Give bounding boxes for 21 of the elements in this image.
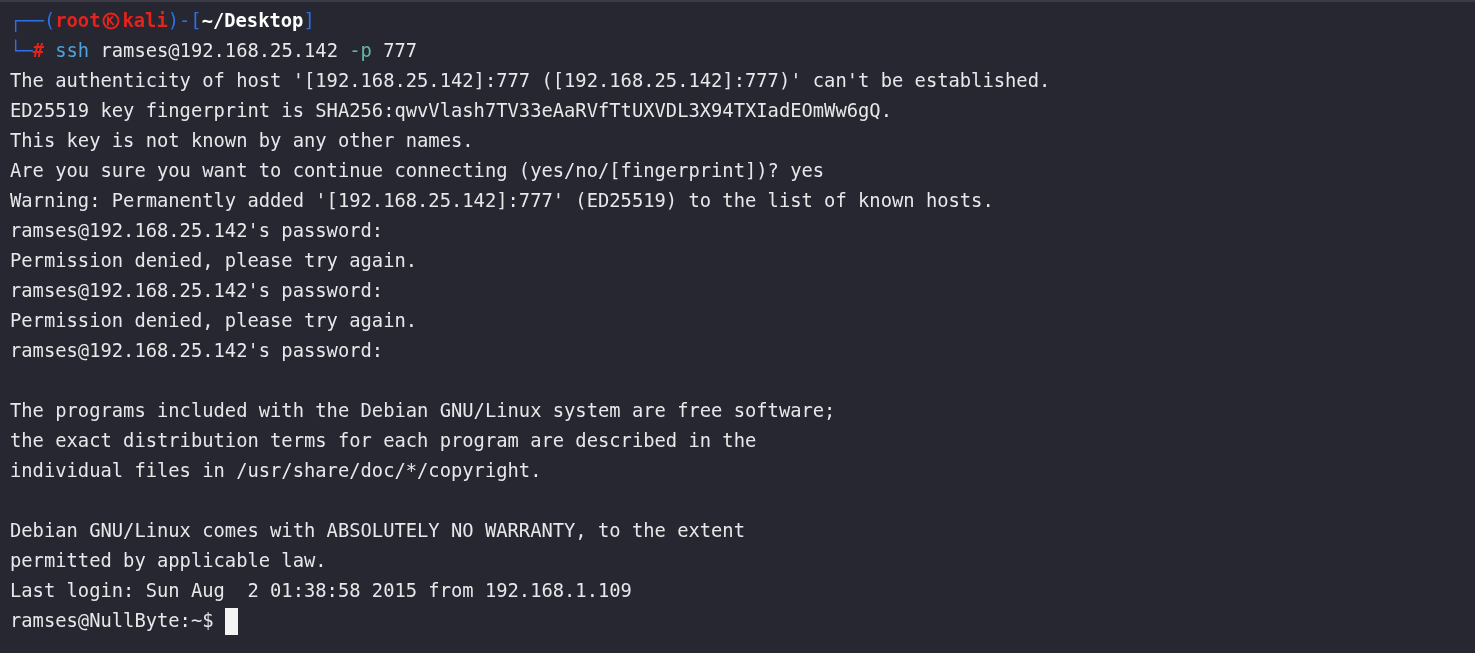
output-line: the exact distribution terms for each program are described in the	[10, 429, 757, 453]
output-line: Last login: Sun Aug 2 01:38:58 2015 from 192.168.1.109	[10, 579, 632, 603]
output-line: Permission denied, please try again.	[10, 249, 418, 273]
emblem-icon	[102, 12, 121, 30]
output-line: ED25519 key fingerprint is SHA256:qwvVlash7TV33eAaRVfTtUXVDL3X94TXIadEOmWw6gQ.	[10, 99, 892, 123]
shell-prompt: ramses@NullByte:~$	[10, 609, 214, 633]
output-line: ramses@192.168.25.142's password:	[10, 219, 384, 243]
output-line: Warning: Permanently added '[192.168.25.142]:777' (ED25519) to the list of known hosts.	[10, 189, 994, 213]
output-line: individual files in /usr/share/doc/*/copyright.	[10, 459, 542, 483]
output-line: Permission denied, please try again.	[10, 309, 418, 333]
output-line: ramses@192.168.25.142's password:	[10, 339, 384, 363]
output-line: Are you sure you want to continue connecting (yes/no/[fingerprint])? yes	[10, 159, 825, 183]
prompt-host-path: kali)-[~/Desktop]	[122, 9, 315, 33]
prompt-user: ┌──(root	[10, 9, 101, 34]
output-line: The programs included with the Debian GNU/Linux system are free software;	[10, 399, 836, 423]
output-line: This key is not known by any other names.	[10, 129, 474, 153]
output-line: ramses@192.168.25.142's password:	[10, 279, 384, 303]
output-line: permitted by applicable law.	[10, 549, 327, 573]
output-line: The authenticity of host '[192.168.25.142]:777 ([192.168.25.142]:777)' can't be established.	[10, 69, 1051, 93]
output-line: Debian GNU/Linux comes with ABSOLUTELY NO WARRANTY, to the extent	[10, 519, 745, 543]
command-line: └─# ssh ramses@192.168.25.142 -p 777	[10, 38, 418, 63]
